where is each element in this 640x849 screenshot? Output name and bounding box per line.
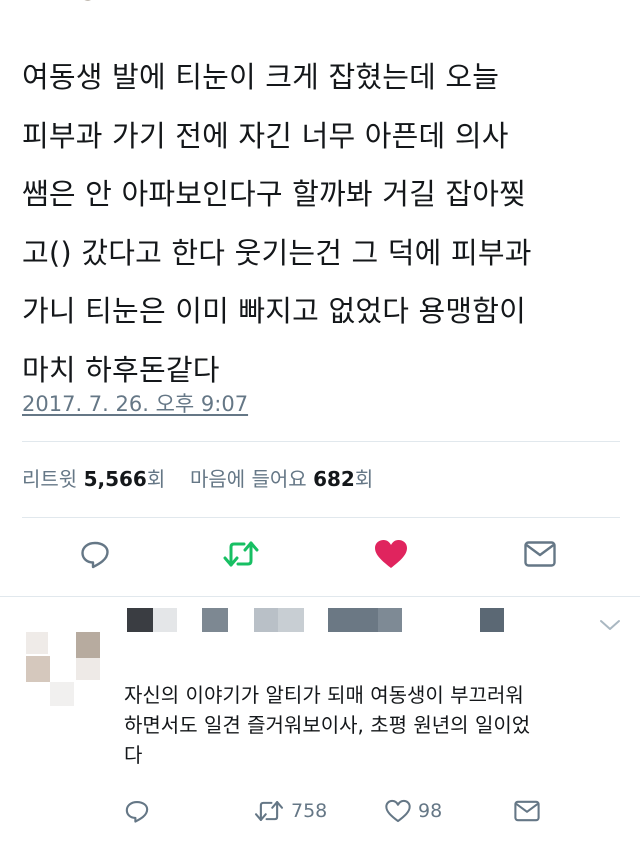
tweet-text-line: 여동생 발에 티눈이 크게 잡혔는데 오늘 bbox=[22, 60, 500, 94]
reply-retweet-button[interactable]: 758 bbox=[253, 794, 327, 828]
divider bbox=[22, 441, 620, 442]
reply-icon bbox=[81, 541, 109, 569]
heart-icon bbox=[375, 540, 407, 568]
tweet-text: 여동생 발에 티눈이 크게 잡혔는데 오늘 피부과 가기 전에 자긴 너무 아픈… bbox=[22, 48, 622, 399]
retweet-stat-unit: 회 bbox=[146, 467, 166, 491]
tweet-text-line: 피부과 가기 전에 자긴 너무 아픈데 의사 bbox=[22, 118, 509, 153]
reply-text-line: 하면서도 일견 즐거워보이사, 초평 원년의 일이었 bbox=[124, 713, 531, 737]
retweet-stat[interactable]: 리트윗 5,566회 bbox=[22, 467, 172, 491]
message-icon bbox=[514, 800, 540, 822]
reply-like-count: 98 bbox=[418, 800, 443, 822]
tweet-stats: 리트윗 5,566회 마음에 들어요 682회 bbox=[22, 463, 373, 492]
reply-actions: 758 98 bbox=[0, 794, 640, 828]
tweet-text-line: 쌤은 안 아파보인다구 할까봐 거길 잡아찢 bbox=[22, 177, 527, 211]
top-avatar-fragment bbox=[84, 0, 91, 1]
reply-text: 자신의 이야기가 알티가 되매 여동생이 부끄러워 하면서도 일견 즐거워보이사… bbox=[124, 680, 624, 770]
retweet-stat-label: 리트윗 bbox=[22, 467, 78, 491]
reply-message-button[interactable] bbox=[513, 794, 541, 828]
reply-retweet-count: 758 bbox=[291, 800, 328, 822]
reply-text-line: 자신의 이야기가 알티가 되매 여동생이 부끄러워 bbox=[124, 683, 524, 707]
retweet-icon bbox=[254, 801, 284, 821]
reply-reply-button[interactable] bbox=[124, 794, 150, 828]
tweet-text-line: 고() 갔다고 한다 웃기는건 그 덕에 피부과 bbox=[22, 235, 532, 270]
like-stat-label: 마음에 들어요 bbox=[189, 467, 307, 491]
divider bbox=[22, 517, 620, 518]
like-stat-unit: 회 bbox=[354, 467, 374, 491]
message-icon bbox=[524, 541, 556, 567]
tweet-timestamp-link[interactable]: 2017. 7. 26. 오후 9:07 bbox=[22, 388, 248, 418]
like-stat[interactable]: 마음에 들어요 682회 bbox=[190, 467, 373, 491]
direct-message-button[interactable] bbox=[520, 534, 560, 574]
tweet-actions bbox=[0, 534, 640, 574]
retweet-icon bbox=[223, 541, 259, 567]
retweet-button[interactable] bbox=[221, 534, 261, 574]
reply-button[interactable] bbox=[75, 534, 115, 574]
reply-icon bbox=[125, 801, 149, 823]
reply-like-button[interactable]: 98 bbox=[384, 794, 442, 828]
retweet-stat-count: 5,566 bbox=[83, 467, 147, 491]
like-stat-count: 682 bbox=[313, 467, 355, 491]
heart-outline-icon bbox=[385, 799, 411, 823]
tweet-text-line: 가니 티눈은 이미 빠지고 없었다 용맹함이 bbox=[22, 294, 527, 328]
reply-text-line: 다 bbox=[124, 743, 143, 767]
chevron-down-icon[interactable] bbox=[598, 617, 622, 633]
like-button[interactable] bbox=[371, 534, 411, 574]
